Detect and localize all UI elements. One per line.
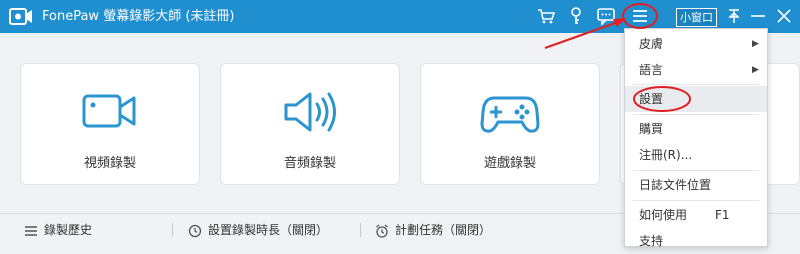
gamepad-icon xyxy=(480,96,540,133)
menu-item-label: 注冊(R)... xyxy=(639,148,693,162)
list-icon xyxy=(25,225,37,236)
record-history-button[interactable]: 錄製歷史 xyxy=(24,214,92,246)
submenu-arrow-icon: ▶ xyxy=(752,65,759,75)
menu-item-label: 設置 xyxy=(639,92,664,106)
set-duration-label: 設置錄製時長（關閉） xyxy=(208,223,329,237)
key-icon[interactable] xyxy=(565,5,587,27)
mini-window-button[interactable]: 小窗口 xyxy=(676,8,717,27)
minimize-icon[interactable] xyxy=(747,5,769,27)
menu-item-skin[interactable]: 皮膚 ▶ xyxy=(625,31,767,57)
menu-item-label: 語言 xyxy=(639,63,664,77)
clock-icon xyxy=(188,224,202,237)
video-camera-icon xyxy=(82,94,136,128)
menu-item-buy[interactable]: 購買 xyxy=(625,116,767,142)
schedule-task-label: 計劃任務（關閉） xyxy=(395,223,492,237)
menu-divider xyxy=(633,84,759,85)
speaker-icon xyxy=(284,92,336,132)
schedule-task-button[interactable]: 計劃任務（關閉） xyxy=(375,214,491,246)
menu-item-shortcut: F1 xyxy=(715,208,730,222)
menu-item-label: 日誌文件位置 xyxy=(639,178,712,192)
app-title: FonePaw 螢幕錄影大師 (未註冊) xyxy=(42,9,235,24)
menu-item-label: 如何使用 xyxy=(639,208,688,222)
footer-divider xyxy=(172,223,173,237)
menu-divider xyxy=(633,114,759,115)
game-record-card[interactable]: 遊戲錄製 xyxy=(420,63,600,185)
menu-item-label: 購買 xyxy=(639,122,664,136)
menu-icon[interactable] xyxy=(629,5,651,27)
video-record-card[interactable]: 視頻錄製 xyxy=(20,63,200,185)
menu-divider xyxy=(633,170,759,171)
menu-item-label: 皮膚 xyxy=(639,37,664,51)
menu-item-language[interactable]: 語言 ▶ xyxy=(625,57,767,83)
video-record-label: 視頻錄製 xyxy=(83,156,136,171)
pin-icon[interactable] xyxy=(723,5,745,27)
chat-icon[interactable] xyxy=(595,5,617,27)
menu-item-how-to-use[interactable]: 如何使用 F1 xyxy=(625,202,767,228)
menu-item-label: 支持 xyxy=(639,234,664,248)
submenu-arrow-icon: ▶ xyxy=(752,39,759,49)
menu-item-log-location[interactable]: 日誌文件位置 xyxy=(625,172,767,198)
footer-divider xyxy=(360,223,361,237)
set-duration-button[interactable]: 設置錄製時長（關閉） xyxy=(188,214,328,246)
menu-item-support[interactable]: 支持 xyxy=(625,228,767,254)
alarm-clock-icon xyxy=(376,223,388,238)
game-record-label: 遊戲錄製 xyxy=(483,156,536,171)
menu-divider xyxy=(633,200,759,201)
app-logo-icon xyxy=(9,8,32,25)
menu-item-register[interactable]: 注冊(R)... xyxy=(625,142,767,168)
audio-record-label: 音頻錄製 xyxy=(283,156,336,171)
close-icon[interactable] xyxy=(773,5,795,27)
audio-record-card[interactable]: 音頻錄製 xyxy=(220,63,400,185)
main-menu-dropdown: 皮膚 ▶ 語言 ▶ 設置 購買 注冊(R)... 日誌文件位置 如何使用 F1 … xyxy=(624,28,768,248)
menu-item-settings[interactable]: 設置 xyxy=(625,86,767,112)
record-history-label: 錄製歷史 xyxy=(44,223,93,237)
cart-icon[interactable] xyxy=(535,5,557,27)
